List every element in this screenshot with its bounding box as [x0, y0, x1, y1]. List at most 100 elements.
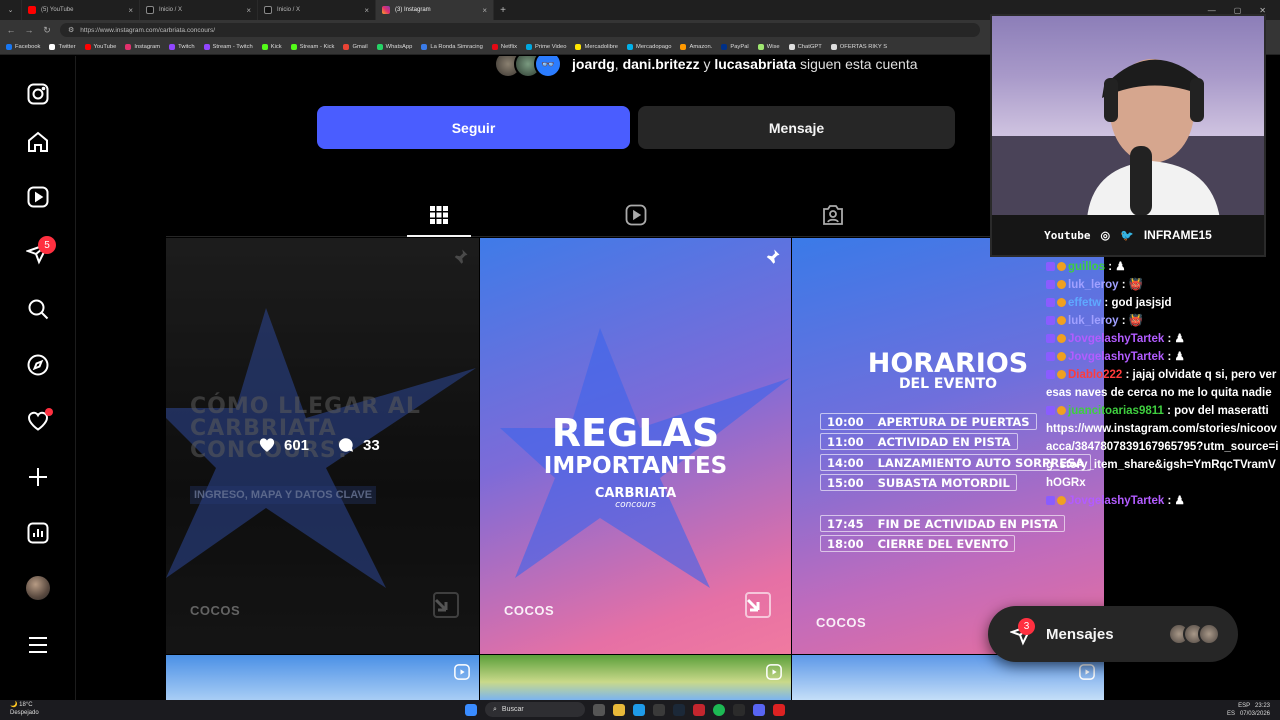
profile-avatar[interactable]	[26, 576, 50, 600]
chat-badge-icon	[1057, 370, 1066, 380]
bookmark-item[interactable]: PayPal	[721, 44, 749, 50]
post-stats: 601 33	[258, 436, 380, 454]
close-icon[interactable]: ×	[246, 6, 251, 15]
bookmark-item[interactable]: Prime Video	[526, 44, 566, 50]
bookmark-icon	[526, 44, 532, 50]
browser-tab[interactable]: (5) YouTube ×	[22, 0, 140, 20]
chat-text: : 👹	[1118, 315, 1144, 327]
browser-tab-active[interactable]: (3) Instagram ×	[376, 0, 494, 20]
file-explorer-icon[interactable]	[613, 703, 625, 716]
follow-button[interactable]: Seguir	[317, 106, 630, 149]
chat-badge-icon	[1057, 352, 1066, 362]
task-view-icon[interactable]	[593, 703, 605, 716]
steam-icon[interactable]	[673, 703, 685, 716]
bookmark-item[interactable]: Amazon.	[680, 44, 712, 50]
search-icon[interactable]	[26, 297, 50, 321]
post-thumbnail[interactable]	[166, 655, 479, 700]
bookmark-item[interactable]: Facebook	[6, 44, 40, 50]
taskbar-search[interactable]: ⌕ Buscar	[485, 702, 585, 717]
bookmark-item[interactable]: WhatsApp	[376, 44, 413, 50]
followed-by[interactable]: 👓 joardg, dani.britezz y lucasabriata si…	[494, 56, 918, 78]
bookmark-item[interactable]: Mercadolibre	[575, 44, 618, 50]
instagram-icon: ◎	[1100, 229, 1111, 242]
bookmark-label: La Ronda Simracing	[430, 44, 483, 50]
reload-icon[interactable]: ↻	[42, 25, 52, 36]
chat-text: : ♟	[1164, 495, 1185, 507]
post-how-to-arrive[interactable]: CÓMO LLEGAR AL CARBRIATA CONCOURS? INGRE…	[166, 238, 479, 654]
bookmark-item[interactable]: Kick	[261, 44, 282, 50]
bookmark-label: ChatGPT	[797, 44, 822, 50]
reel-icon	[766, 664, 782, 680]
chat-message: https://www.instagram.com/stories/nicoov…	[1046, 420, 1280, 492]
bookmark-item[interactable]: Stream - Twitch	[203, 44, 253, 50]
bookmark-item[interactable]: La Ronda Simracing	[421, 44, 483, 50]
close-icon[interactable]: ×	[128, 6, 133, 15]
bookmark-label: Stream - Twitch	[212, 44, 253, 50]
bookmark-item[interactable]: Mercadopago	[627, 44, 671, 50]
app-icon[interactable]	[733, 703, 745, 716]
bookmark-item[interactable]: Twitter	[49, 44, 76, 50]
url-field[interactable]: ⚙ https://www.instagram.com/carbriata.co…	[60, 23, 980, 37]
bookmark-icon	[290, 44, 297, 50]
bookmark-item[interactable]: Gmail	[343, 44, 368, 50]
back-icon[interactable]: ←	[6, 25, 16, 35]
forward-icon[interactable]: →	[24, 25, 34, 35]
taskbar-apps: ⌕ Buscar	[465, 702, 785, 717]
webcam-feed	[992, 16, 1264, 219]
bookmark-label: WhatsApp	[385, 44, 413, 50]
app-icon[interactable]	[693, 703, 705, 716]
start-icon[interactable]	[465, 703, 477, 716]
bookmark-item[interactable]: OFERTAS RIKY S	[830, 44, 887, 50]
post-thumbnail[interactable]	[480, 655, 791, 700]
close-icon[interactable]: ×	[482, 6, 487, 15]
reels-icon[interactable]	[26, 185, 50, 209]
weather-widget[interactable]: 🌙 18°C Despejado	[10, 701, 39, 717]
dashboard-icon[interactable]	[26, 521, 50, 545]
chat-badge-icon	[1046, 496, 1055, 506]
menu-icon[interactable]	[26, 633, 50, 657]
bookmark-item[interactable]: Netflix	[491, 44, 517, 50]
cocos-logo: COCOS	[190, 603, 241, 618]
chat-message: guillos : ♟	[1046, 258, 1280, 276]
browser-icon[interactable]	[773, 703, 785, 716]
post-title-line-2: IMPORTANTES	[543, 453, 728, 479]
app-icon[interactable]	[653, 703, 665, 716]
bookmark-item[interactable]: Stream - Kick	[290, 44, 334, 50]
instagram-logo-icon[interactable]	[26, 82, 50, 106]
bookmark-item[interactable]: Twitch	[169, 44, 195, 50]
tab-list-icon[interactable]: ⌄	[8, 6, 14, 14]
chat-username: Diablo222	[1068, 369, 1123, 381]
system-tray[interactable]: ESP 23:23 ES 07/03/2026	[1227, 702, 1270, 718]
bookmark-item[interactable]: YouTube	[84, 44, 116, 50]
message-button[interactable]: Mensaje	[638, 106, 955, 149]
reel-icon	[454, 664, 470, 680]
new-tab-button[interactable]: +	[494, 5, 512, 16]
bookmark-item[interactable]: Instagram	[125, 44, 160, 50]
edge-icon[interactable]	[633, 703, 645, 716]
post-important-rules[interactable]: REGLAS IMPORTANTES CARBRIATA concours CO…	[480, 238, 791, 654]
browser-tab[interactable]: Inicio / X ×	[140, 0, 258, 20]
spotify-icon[interactable]	[713, 703, 725, 716]
bookmark-icon	[6, 44, 12, 50]
posts-grid-tab[interactable]	[427, 203, 451, 227]
site-info-icon[interactable]: ⚙	[68, 26, 74, 34]
chat-message: luk_leroy : 👹	[1046, 276, 1280, 294]
app-icon[interactable]	[753, 703, 765, 716]
close-icon[interactable]: ×	[364, 6, 369, 15]
explore-icon[interactable]	[26, 353, 50, 377]
home-icon[interactable]	[26, 130, 50, 154]
x-icon	[264, 6, 272, 14]
reels-tab[interactable]	[624, 203, 648, 227]
bookmark-item[interactable]: Wise	[757, 44, 780, 50]
bookmark-label: Twitch	[178, 44, 195, 50]
comment-icon	[338, 438, 354, 452]
pinned-icon	[454, 249, 468, 265]
messages-bubble[interactable]: 3 Mensajes	[988, 606, 1238, 662]
tagged-tab[interactable]	[821, 203, 845, 227]
create-icon[interactable]	[26, 465, 50, 489]
chat-message: luk_leroy : 👹	[1046, 312, 1280, 330]
search-label: Buscar	[501, 706, 524, 713]
bookmark-item[interactable]: ChatGPT	[788, 44, 822, 50]
tab-youtube[interactable]: ⌄	[0, 0, 22, 20]
browser-tab[interactable]: Inicio / X ×	[258, 0, 376, 20]
